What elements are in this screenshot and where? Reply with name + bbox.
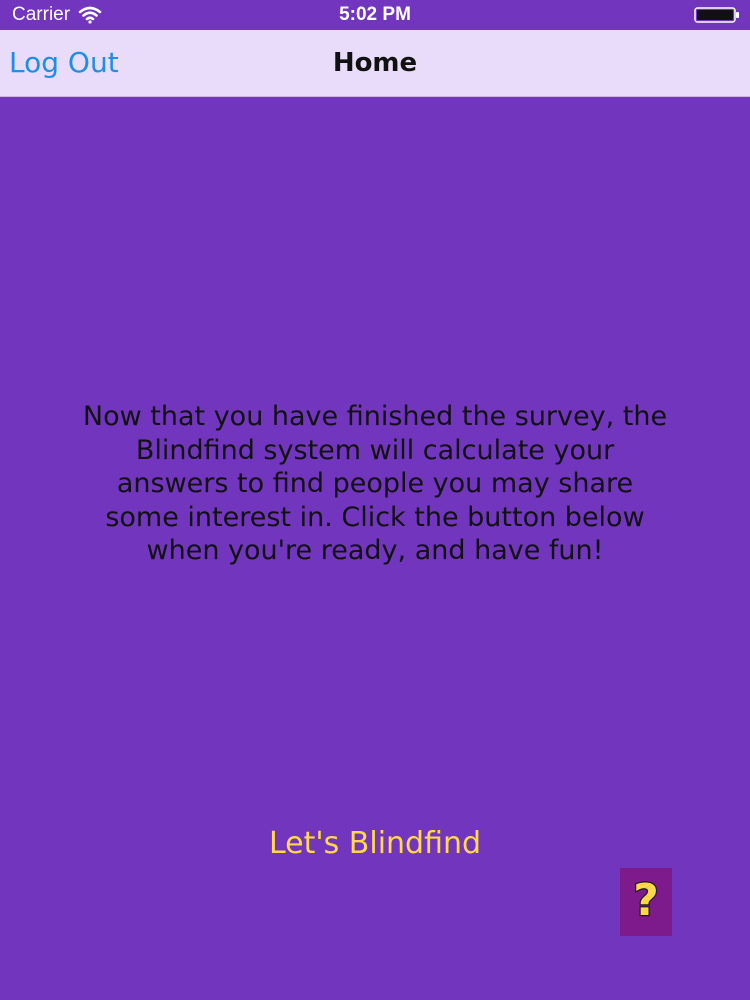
question-mark-icon: ? [632, 874, 660, 927]
lets-blindfind-button[interactable]: Let's Blindfind [0, 826, 750, 861]
battery-icon [694, 7, 739, 23]
status-time: 5:02 PM [339, 4, 411, 25]
instruction-message: Now that you have finished the survey, t… [82, 401, 668, 566]
help-button[interactable]: ? [620, 868, 672, 936]
svg-text:?: ? [633, 875, 659, 926]
page-title: Home [332, 48, 418, 78]
navigation-bar: Log Out Home [0, 30, 750, 97]
status-bar: Carrier 5:02 PM [0, 0, 750, 30]
